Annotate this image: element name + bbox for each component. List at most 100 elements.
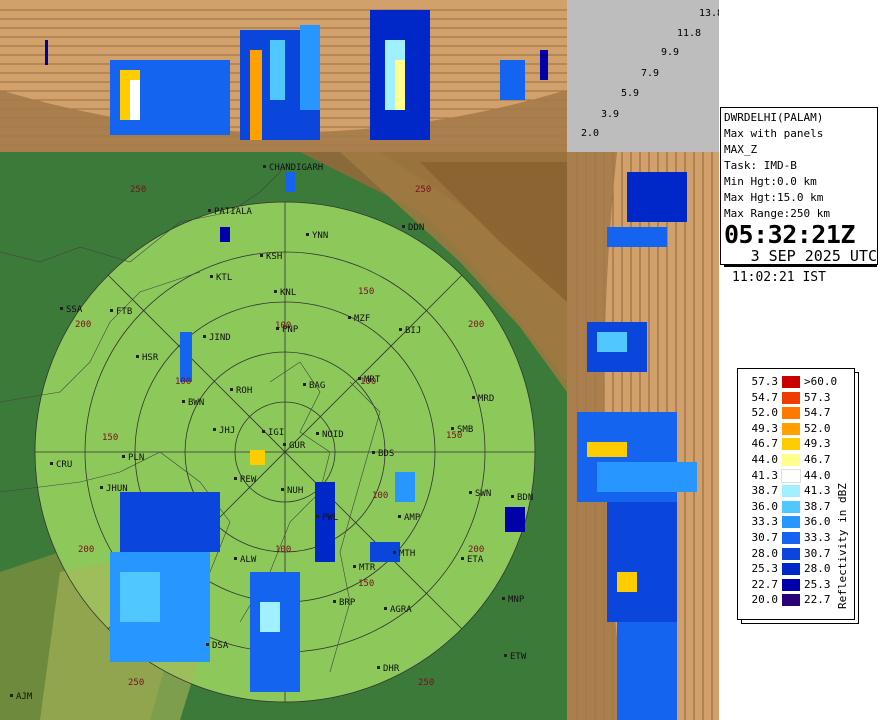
place-marker (303, 383, 306, 386)
place-label: FTB (116, 307, 132, 317)
svg-text:250: 250 (418, 678, 434, 688)
legend-swatch (782, 407, 800, 420)
place-marker (274, 290, 277, 293)
place-label: BAG (309, 381, 325, 391)
place-label: MRD (478, 394, 494, 404)
legend-swatch (782, 563, 800, 576)
height-scale-label: 2.0 (581, 128, 599, 139)
place-marker (353, 565, 356, 568)
svg-text:100: 100 (372, 491, 388, 501)
height-scale-label: 5.9 (621, 88, 639, 99)
place-label: ETA (467, 555, 484, 565)
svg-text:200: 200 (468, 545, 484, 555)
svg-text:200: 200 (75, 320, 91, 330)
place-label: PATIALA (214, 207, 253, 217)
place-label: KSH (266, 252, 282, 262)
place-marker (210, 275, 213, 278)
place-marker (333, 600, 336, 603)
place-label: SSA (66, 305, 83, 315)
svg-text:250: 250 (130, 185, 146, 195)
place-marker (208, 209, 211, 212)
height-scale-svg: 13.8 11.8 9.97.95.93.92.0 (581, 8, 719, 139)
station-name: DWRDELHI(PALAM) (724, 111, 824, 124)
product-name: Max with panels (724, 127, 824, 140)
place-marker (358, 377, 361, 380)
place-label: IGI (268, 428, 284, 438)
place-marker (504, 654, 507, 657)
place-label: BRP (339, 598, 356, 608)
place-marker (230, 388, 233, 391)
legend-high-value: 22.7 (804, 593, 831, 607)
place-marker (377, 666, 380, 669)
place-marker (384, 607, 387, 610)
svg-text:100: 100 (175, 377, 191, 387)
place-marker (461, 557, 464, 560)
height-scale-label: 7.9 (641, 68, 659, 79)
side-height-panel-svg (567, 152, 719, 720)
place-label: NUH (287, 486, 303, 496)
svg-text:150: 150 (102, 433, 118, 443)
utc-date: 3 SEP 2025 UTC (724, 248, 877, 267)
place-marker (263, 165, 266, 168)
place-marker (213, 428, 216, 431)
svg-text:250: 250 (415, 185, 431, 195)
place-label: AMP (404, 513, 421, 523)
height-scale-label: 3.9 (601, 109, 619, 120)
place-marker (136, 355, 139, 358)
place-label: JIND (209, 333, 231, 343)
place-label: MTR (359, 563, 376, 573)
station-info-box: DWRDELHI(PALAM) Max with panels MAX_Z Ta… (720, 107, 878, 267)
legend-swatch (782, 454, 800, 466)
place-marker (206, 643, 209, 646)
place-label: CHANDIGARH (269, 163, 323, 173)
place-label: CRU (56, 460, 72, 470)
place-marker (393, 551, 396, 554)
place-label: BIJ (405, 326, 421, 336)
legend-swatch (782, 532, 800, 544)
legend-swatch (782, 422, 800, 435)
place-label: MTH (399, 549, 415, 559)
product-code: MAX_Z (724, 143, 758, 156)
side-height-panel (567, 152, 719, 720)
place-label: MRT (364, 375, 381, 385)
top-height-panel-svg (0, 0, 567, 152)
place-label: BDS (378, 449, 394, 459)
place-marker (502, 597, 505, 600)
place-marker (316, 515, 319, 518)
place-label: GUR (289, 441, 306, 451)
legend-swatch (782, 578, 800, 591)
legend-title: Reflectivity in dBZ (836, 483, 849, 609)
height-scale-label: 11.8 (677, 28, 701, 39)
legend-swatch (782, 594, 800, 607)
svg-text:200: 200 (78, 545, 94, 555)
place-marker (110, 309, 113, 312)
place-marker (276, 327, 279, 330)
place-marker (511, 495, 514, 498)
legend-swatch (782, 500, 800, 513)
ist-time: 11:02:21 IST (732, 270, 826, 285)
height-scale-label: 13.8 (699, 8, 719, 19)
place-label: REW (240, 475, 257, 485)
svg-text:150: 150 (358, 287, 374, 297)
task-name: Task: IMD-B (724, 159, 797, 172)
legend-swatch (782, 391, 800, 404)
place-label: SWN (475, 489, 491, 499)
place-label: MZF (354, 314, 370, 324)
legend-swatch (782, 485, 800, 498)
place-label: YNN (312, 231, 328, 241)
place-label: BWN (188, 398, 204, 408)
legend-low-value: 20.0 (751, 593, 779, 607)
place-label: AGRA (390, 605, 412, 615)
place-marker (281, 488, 284, 491)
place-marker (100, 486, 103, 489)
place-label: HSR (142, 353, 159, 363)
place-marker (472, 396, 475, 399)
place-marker (398, 515, 401, 518)
place-label: JHJ (219, 426, 235, 436)
place-marker (203, 335, 206, 338)
place-label: DHR (383, 664, 400, 674)
legend-swatch (782, 516, 800, 529)
svg-text:200: 200 (468, 320, 484, 330)
svg-text:150: 150 (358, 579, 374, 589)
place-marker (306, 233, 309, 236)
